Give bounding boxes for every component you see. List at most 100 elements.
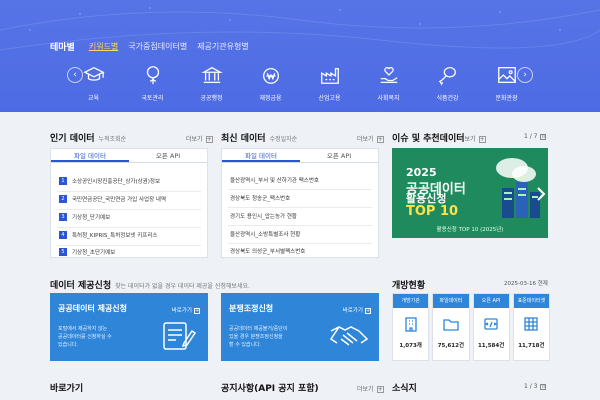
category-education[interactable]: 교육 (64, 58, 123, 108)
divider (57, 227, 201, 228)
card-title: 공공데이터 제공신청 (58, 304, 128, 313)
card-shortcut-link[interactable]: 바로가기 + (172, 306, 200, 314)
plus-icon: + (376, 136, 384, 143)
issue-data-title: 이슈 및 추천데이터 (392, 134, 465, 144)
list-item[interactable]: 울산광역시_소방특별조사 현황 (230, 230, 300, 238)
divider (57, 209, 201, 210)
desc-line: 있습니다. (58, 342, 78, 348)
category-admin[interactable]: 공공행정 (182, 58, 241, 108)
desc-line: 포털에서 제공하지 않는 (58, 326, 108, 332)
stat-label: 표준데이터셋 (513, 294, 549, 308)
tab-open-api[interactable]: 오픈 API (300, 149, 378, 162)
recent-subtabs: 파일 데이터 오픈 API (222, 149, 378, 163)
category-culture[interactable]: 문화관광 (477, 58, 536, 108)
hero-banner: 테마별 키워드별 국가중점데이터별 제공기관유형별 ‹ › 교육 국토관리 공공… (0, 0, 600, 112)
shortcut-title: 바로가기 (50, 384, 84, 394)
list-item[interactable]: 3 기상청_단기예보 (59, 213, 110, 221)
pause-icon[interactable]: II (540, 383, 547, 390)
tab-theme[interactable]: 테마별 (50, 40, 75, 53)
issue-pager: 1 / 7 II (524, 133, 547, 140)
list-item[interactable]: 경상북도 청송군_팩스번호 (230, 194, 290, 202)
popular-more-link[interactable]: 더보기 + (186, 134, 213, 143)
recent-data-card: 파일 데이터 오픈 API 울산광역시_부서 및 산하기관 팩스번호 경상북도 … (221, 148, 379, 258)
category-finance[interactable]: 재정금융 (241, 58, 300, 108)
recent-more-link[interactable]: 더보기 + (357, 134, 384, 143)
news-pager: 1 / 3 II (524, 383, 547, 390)
request-title-text: 데이터 제공신청 (50, 281, 112, 291)
list-item[interactable]: 5 기상청_초단기예보 (59, 248, 115, 256)
list-item[interactable]: 경상북도 의성군_부서별팩스번호 (230, 247, 305, 255)
status-title: 개방현황 (392, 281, 426, 291)
card-shortcut-link[interactable]: 바로가기 + (343, 306, 371, 314)
stat-files[interactable]: 파일데이터 75,612건 (432, 293, 470, 361)
category-label: 식품건강 (436, 95, 459, 102)
stat-value: 75,612건 (437, 343, 465, 349)
category-label: 교육 (87, 95, 100, 102)
item-text: 소상공인시장진흥공단_상가(상권)정보 (72, 179, 161, 185)
list-item[interactable]: 경기도 용인시_압는농가 현황 (230, 212, 297, 220)
desc-line: 할 수 있습니다. (229, 342, 262, 348)
list-item[interactable]: 1 소상공인시장진흥공단_상가(상권)정보 (59, 177, 160, 185)
divider (228, 207, 372, 208)
category-tabs: 테마별 키워드별 국가중점데이터별 제공기관유형별 (50, 40, 249, 53)
plus-icon: + (205, 136, 213, 143)
issue-more-link[interactable]: 더보기 + (459, 134, 486, 143)
item-text: 특허청_KIPRIS_특허정보넷 키프리스 (72, 233, 158, 239)
stat-orgs[interactable]: 개방기관 1,073개 (392, 293, 430, 361)
tab-keyword[interactable]: 키워드별 (89, 41, 118, 52)
list-item[interactable]: 4 특허청_KIPRIS_특허정보넷 키프리스 (59, 231, 157, 239)
tab-national-data[interactable]: 국가중점데이터별 (128, 41, 187, 52)
category-label: 국토관리 (141, 95, 164, 102)
pager-text: 1 / 3 (524, 383, 538, 390)
pause-icon[interactable]: II (540, 133, 547, 140)
tab-file-data[interactable]: 파일 데이터 (222, 149, 300, 162)
picture-icon (497, 67, 516, 83)
money-bag-icon (262, 67, 279, 84)
list-item[interactable]: 울산광역시_부서 및 산하기관 팩스번호 (230, 176, 319, 184)
divider (228, 243, 372, 244)
popular-title-text: 인기 데이터 (50, 134, 95, 144)
list-item[interactable]: 2 국민연금공단_국민연금 가입 사업장 내역 (59, 195, 166, 203)
recent-subtitle: 수정일자순 (269, 136, 298, 143)
category-welfare[interactable]: 사회복지 (359, 58, 418, 108)
dispute-mediation-card[interactable]: 분쟁조정신청 바로가기 + 공공데이터 제공불거/중단이 있을 경우 분쟁조정신청… (221, 293, 379, 361)
notice-more-link[interactable]: 더보기 + (357, 384, 384, 393)
desc-line: 있을 경우 분쟁조정신청을 (229, 334, 283, 340)
issue-banner[interactable]: 2025 공공데이터 활용신청 TOP 10 활용신청 TOP 10 (2025… (392, 148, 548, 238)
drumstick-icon (438, 67, 456, 86)
handshake-icon (329, 326, 369, 346)
popular-data-card: 파일 데이터 오픈 API 1 소상공인시장진흥공단_상가(상권)정보 2 국민연금… (50, 148, 208, 258)
factory-icon (320, 67, 339, 84)
category-land[interactable]: 국토관리 (123, 58, 182, 108)
tab-open-api[interactable]: 오픈 API (129, 149, 207, 162)
category-label: 사회복지 (377, 95, 400, 102)
popular-data-title: 인기 데이터 누적조회순 (50, 131, 126, 144)
card-description: 공공데이터 제공불거/중단이 있을 경우 분쟁조정신청을 할 수 있습니다. (229, 325, 287, 349)
public-data-request-card[interactable]: 공공데이터 제공신청 바로가기 + 포털에서 제공하지 않는 공공데이터를 신청하… (50, 293, 208, 361)
notice-title: 공지사항(API 공지 포함) (221, 384, 319, 394)
divider (57, 191, 201, 192)
stat-api[interactable]: 오픈 API 11,584건 (472, 293, 510, 361)
rank-number: 5 (59, 248, 67, 256)
heart-hand-icon (380, 67, 398, 83)
plus-icon: + (194, 307, 200, 314)
request-subtitle: 찾는 데이터가 없을 경우 데이터 제공을 신청해보세요. (115, 283, 250, 290)
shortcut-label: 바로가기 (171, 308, 192, 314)
category-list: 교육 국토관리 공공행정 재정금융 산업고용 사회복지 식품건강 문화관광 (64, 58, 536, 108)
plus-icon: + (376, 386, 384, 393)
folder-icon (443, 319, 459, 331)
more-label: 더보기 (357, 136, 374, 143)
recent-data-title: 최신 데이터 수정일자순 (221, 131, 297, 144)
tab-file-data[interactable]: 파일 데이터 (51, 149, 129, 162)
category-industry[interactable]: 산업고용 (300, 58, 359, 108)
category-food[interactable]: 식품건강 (418, 58, 477, 108)
rank-number: 4 (59, 231, 67, 239)
stat-label: 개방기관 (393, 294, 429, 308)
divider (57, 245, 201, 246)
recent-title-text: 최신 데이터 (221, 134, 266, 144)
tab-provider-type[interactable]: 제공기관유형별 (197, 41, 249, 52)
more-label: 더보기 (186, 136, 203, 143)
api-icon (484, 318, 498, 330)
stat-standard[interactable]: 표준데이터셋 11,718건 (512, 293, 550, 361)
category-label: 산업고용 (318, 95, 341, 102)
